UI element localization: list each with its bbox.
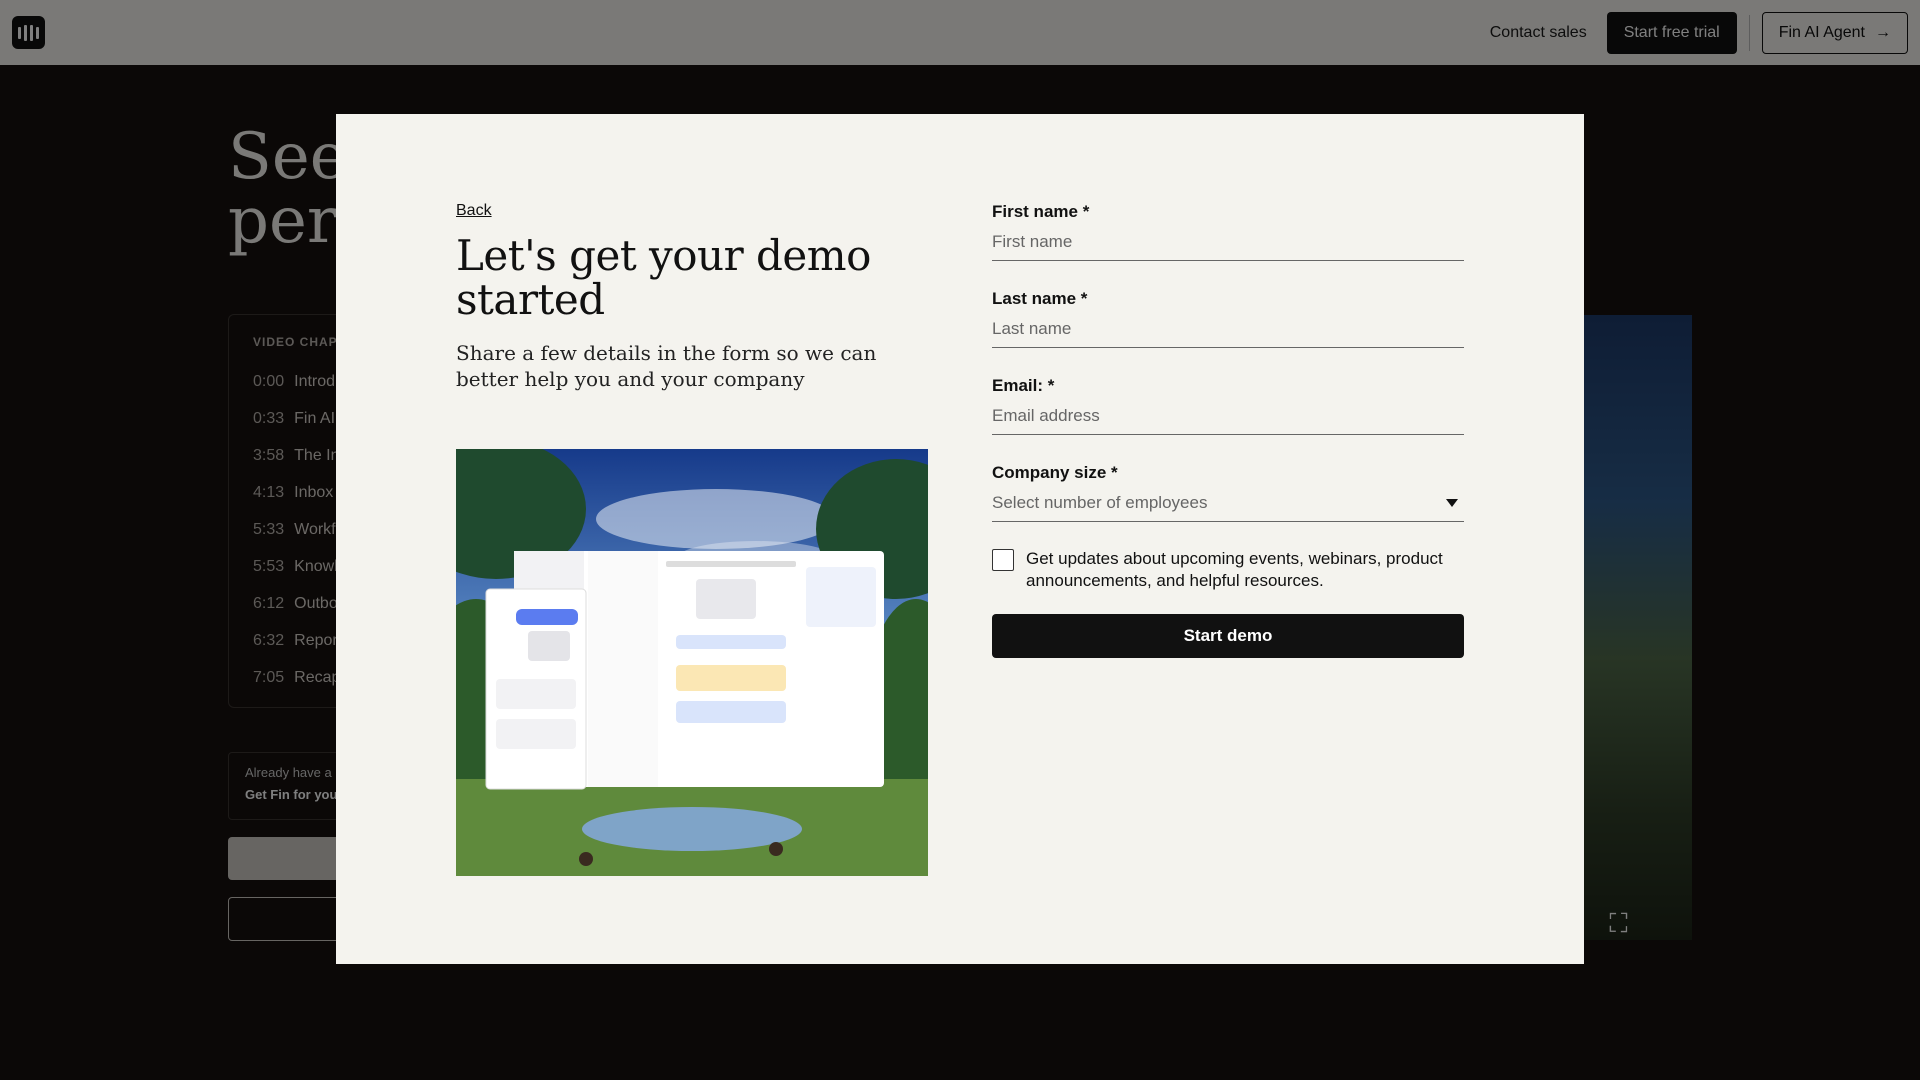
start-demo-button[interactable]: Start demo bbox=[992, 614, 1464, 658]
product-illustration bbox=[456, 449, 928, 876]
back-link[interactable]: Back bbox=[456, 202, 492, 220]
updates-consent-row: Get updates about upcoming events, webin… bbox=[992, 548, 1464, 592]
last-name-field: Last name * bbox=[992, 289, 1464, 348]
first-name-input[interactable] bbox=[992, 230, 1464, 261]
email-label: Email: * bbox=[992, 376, 1055, 395]
demo-form: First name * Last name * Email: * Compan… bbox=[992, 202, 1464, 658]
company-size-field: Company size * Select number of employee… bbox=[992, 463, 1464, 522]
demo-modal: Back Let's get your demo started Share a… bbox=[336, 114, 1584, 964]
company-size-label: Company size * bbox=[992, 463, 1118, 482]
company-size-placeholder: Select number of employees bbox=[992, 493, 1208, 512]
first-name-label: First name * bbox=[992, 202, 1090, 221]
company-size-select[interactable]: Select number of employees bbox=[992, 491, 1464, 522]
first-name-field: First name * bbox=[992, 202, 1464, 261]
updates-checkbox[interactable] bbox=[992, 549, 1014, 571]
modal-headline: Let's get your demo started bbox=[456, 231, 871, 324]
last-name-input[interactable] bbox=[992, 317, 1464, 348]
email-input[interactable] bbox=[992, 404, 1464, 435]
modal-subheadline: Share a few details in the form so we ca… bbox=[456, 341, 877, 391]
email-field: Email: * bbox=[992, 376, 1464, 435]
chevron-down-icon bbox=[1446, 499, 1458, 507]
updates-consent-text: Get updates about upcoming events, webin… bbox=[1026, 549, 1443, 590]
last-name-label: Last name * bbox=[992, 289, 1088, 308]
